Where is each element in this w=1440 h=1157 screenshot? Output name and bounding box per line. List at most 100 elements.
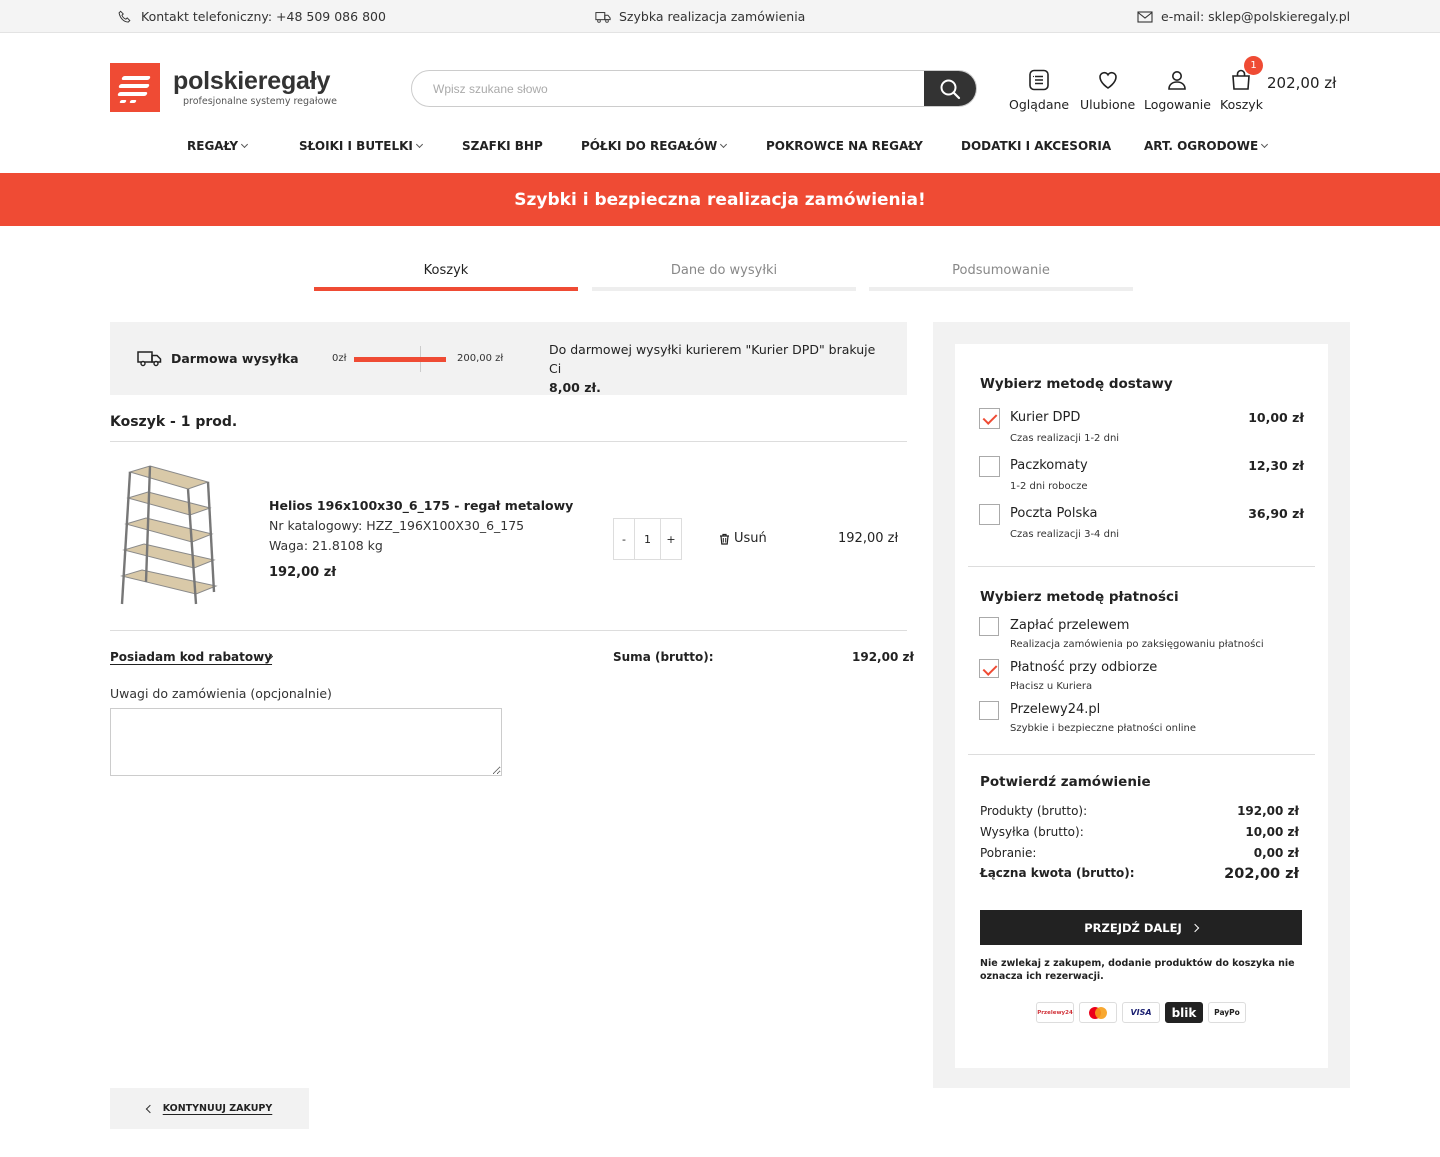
step-shipping: Dane do wysyłki: [670, 263, 778, 278]
payment-option-sub: Szybkie i bezpieczne płatności online: [1010, 723, 1197, 734]
qty-increase-button[interactable]: +: [661, 519, 681, 559]
payment-checkbox-cod[interactable]: [979, 659, 999, 678]
delivery-checkbox-dpd[interactable]: [979, 408, 1000, 429]
progress-max-label: 200,00 zł: [457, 353, 504, 364]
payment-option-sub: Realizacja zamówienia po zaksięgowaniu p…: [1010, 639, 1264, 650]
chevron-down-icon: [720, 140, 728, 149]
paypo-logo: PayPo: [1208, 1002, 1246, 1023]
line-total: 192,00 zł: [838, 531, 899, 546]
summary-row-shipping: Wysyłka (brutto): 10,00 zł: [980, 825, 1299, 839]
step-summary: Podsumowanie: [952, 263, 1050, 278]
nav-item-pokrowce[interactable]: POKROWCE NA REGAŁY: [766, 139, 923, 153]
search-input[interactable]: [412, 71, 924, 106]
email-contact[interactable]: e-mail: sklep@polskieregaly.pl: [1137, 9, 1350, 24]
cart-title: Koszyk - 1 prod.: [110, 414, 238, 430]
proceed-button[interactable]: PRZEJDŹ DALEJ: [980, 910, 1302, 945]
free-shipping-progress: [354, 357, 446, 362]
email-text: e-mail: sklep@polskieregaly.pl: [1161, 9, 1351, 24]
site-logo[interactable]: polskieregały profesjonalne systemy rega…: [110, 63, 337, 112]
notes-textarea[interactable]: [110, 708, 502, 776]
summary-total-value: 202,00 zł: [1224, 866, 1299, 882]
fast-delivery-info: Szybka realizacja zamówienia: [595, 9, 805, 24]
payment-option-name[interactable]: Zapłać przelewem: [1010, 618, 1129, 633]
truck-icon: [137, 351, 162, 367]
payment-option-sub: Płacisz u Kuriera: [1010, 681, 1093, 692]
product-name[interactable]: Helios 196x100x30_6_175 - regał metalowy: [269, 498, 573, 513]
free-shipping-message: Do darmowej wysyłki kurierem "Kurier DPD…: [549, 340, 889, 397]
nav-item-dodatki[interactable]: DODATKI I AKCESORIA: [961, 139, 1111, 153]
payment-checkbox-p24[interactable]: [979, 701, 999, 720]
logo-name: polskieregały: [173, 67, 331, 95]
mastercard-logo: [1079, 1002, 1117, 1023]
delivery-option-price: 12,30 zł: [1248, 458, 1304, 473]
payment-checkbox-transfer[interactable]: [979, 617, 999, 636]
login-link[interactable]: Logowanie: [1144, 68, 1211, 112]
remove-button[interactable]: Usuń: [719, 531, 767, 546]
viewed-link[interactable]: Oglądane: [1009, 68, 1069, 112]
summary-title: Potwierdź zamówienie: [980, 774, 1151, 790]
delivery-option-name[interactable]: Paczkomaty: [1010, 458, 1088, 473]
chevron-down-icon: [241, 140, 249, 149]
cart-link[interactable]: Koszyk: [1220, 68, 1263, 112]
login-label: Logowanie: [1144, 97, 1211, 112]
list-icon: [1029, 69, 1049, 91]
visa-logo: VISA: [1122, 1002, 1160, 1023]
promo-banner: Szybki i bezpieczna realizacja zamówieni…: [0, 173, 1440, 226]
delivery-option-price: 10,00 zł: [1248, 410, 1304, 425]
nav-item-polki[interactable]: PÓŁKI DO REGAŁÓW: [581, 139, 728, 153]
cart-count-badge: 1: [1244, 56, 1263, 75]
delivery-option-name[interactable]: Kurier DPD: [1010, 410, 1080, 425]
phone-icon: [118, 10, 131, 23]
nav-item-szafki[interactable]: SZAFKI BHP: [462, 139, 543, 153]
main-nav: REGAŁY SŁOIKI I BUTELKI SZAFKI BHP PÓŁKI…: [0, 139, 1440, 155]
divider: [110, 630, 907, 631]
phone-contact[interactable]: Kontakt telefoniczny: +48 509 086 800: [117, 9, 386, 24]
step-summary-bar: [869, 287, 1133, 291]
summary-value: 0,00 zł: [1253, 846, 1299, 860]
payment-logos: Przelewy24 VISA blik PayPo: [1036, 1002, 1246, 1023]
reservation-disclaimer: Nie zwlekaj z zakupem, dodanie produktów…: [980, 958, 1295, 982]
step-shipping-bar: [592, 287, 856, 291]
coupon-toggle[interactable]: Posiadam kod rabatowy: [110, 650, 272, 664]
divider: [968, 754, 1315, 755]
nav-label: SŁOIKI I BUTELKI: [299, 139, 413, 153]
summary-value: 192,00 zł: [1237, 804, 1299, 818]
delivery-checkbox-paczkomaty[interactable]: [979, 456, 1000, 477]
summary-row-cod: Pobranie: 0,00 zł: [980, 846, 1299, 860]
cart-total[interactable]: 202,00 zł: [1267, 74, 1336, 92]
truck-icon: [595, 11, 611, 23]
logo-tagline: profesjonalne systemy regałowe: [183, 96, 338, 107]
search-button[interactable]: [924, 71, 976, 106]
summary-row-products: Produkty (brutto): 192,00 zł: [980, 804, 1299, 818]
delivery-checkbox-poczta[interactable]: [979, 504, 1000, 525]
trash-icon: [720, 533, 729, 545]
nav-label: PÓŁKI DO REGAŁÓW: [581, 139, 718, 153]
payment-option-name[interactable]: Przelewy24.pl: [1010, 702, 1100, 717]
payment-option-name[interactable]: Płatność przy odbiorze: [1010, 660, 1157, 675]
delivery-option-sub: Czas realizacji 1-2 dni: [1010, 433, 1120, 444]
qty-decrease-button[interactable]: -: [614, 519, 635, 559]
favorites-link[interactable]: Ulubione: [1080, 68, 1135, 112]
cart-label: Koszyk: [1220, 97, 1263, 112]
divider: [110, 441, 907, 442]
delivery-option-name[interactable]: Poczta Polska: [1010, 506, 1097, 521]
product-image[interactable]: [118, 462, 218, 608]
nav-item-sloiki[interactable]: SŁOIKI I BUTELKI: [299, 139, 423, 153]
search-icon: [940, 79, 961, 99]
logo-mark: [110, 63, 160, 112]
nav-item-regaly[interactable]: REGAŁY: [187, 139, 249, 153]
step-cart[interactable]: Koszyk: [314, 263, 578, 278]
viewed-label: Oglądane: [1009, 97, 1070, 112]
continue-shopping-button[interactable]: KONTYNUUJ ZAKUPY: [110, 1088, 309, 1129]
favorites-label: Ulubione: [1080, 97, 1136, 112]
chevron-down-icon: [1261, 140, 1269, 149]
free-shipping-missing: 8,00 zł.: [549, 380, 601, 395]
delivery-option-price: 36,90 zł: [1248, 506, 1304, 521]
nav-item-ogrodowe[interactable]: ART. OGRODOWE: [1144, 139, 1269, 153]
fast-delivery-text: Szybka realizacja zamówienia: [619, 9, 806, 24]
product-weight: Waga: 21.8108 kg: [269, 538, 383, 553]
qty-input[interactable]: 1: [635, 519, 661, 559]
blik-logo: blik: [1165, 1002, 1203, 1023]
summary-label: Produkty (brutto):: [980, 804, 1088, 818]
payment-title: Wybierz metodę płatności: [980, 589, 1179, 605]
